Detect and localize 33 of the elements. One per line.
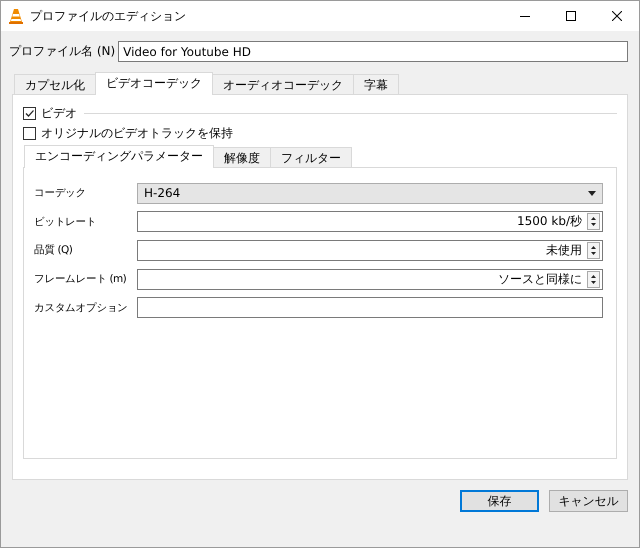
dialog-button[interactable]: キャンセル	[549, 490, 628, 512]
window-title: プロファイルのエディション	[30, 8, 186, 24]
field-label: ビットレート	[34, 214, 98, 229]
tab[interactable]: 解像度	[213, 147, 271, 167]
tab[interactable]: ビデオコーデック	[95, 72, 213, 95]
field-label: フレームレート (m)	[34, 272, 128, 286]
checkbox[interactable]	[23, 106, 36, 120]
maximize-icon[interactable]	[566, 11, 576, 21]
spin-arrows-icon[interactable]	[587, 242, 600, 259]
profile-name-label: プロファイル名 (N)	[9, 43, 116, 60]
field-label: カスタムオプション	[34, 300, 129, 315]
spin-arrows-icon[interactable]	[587, 270, 600, 288]
spin-arrows-icon[interactable]	[587, 213, 600, 230]
spin-field[interactable]: ソースと同様に	[137, 268, 603, 290]
spin-field[interactable]: 未使用	[137, 240, 603, 261]
dialog-button[interactable]: 保存	[460, 490, 539, 512]
tab[interactable]: オーディオコーデック	[212, 74, 354, 94]
field-label: コーデック	[34, 186, 88, 200]
checkbox-label: ビデオ	[41, 104, 77, 122]
tab[interactable]: フィルター	[270, 147, 352, 167]
spin-field[interactable]: 1500 kb/秒	[137, 211, 603, 232]
field-label: 品質 (Q)	[34, 243, 74, 258]
codec-dropdown[interactable]: H-264	[137, 182, 603, 204]
profile-name-field[interactable]: Video for Youtube HD	[118, 41, 628, 62]
tab[interactable]: 字幕	[353, 74, 399, 94]
cone-icon	[9, 8, 23, 24]
dropdown-arrow-icon	[588, 190, 596, 196]
checkbox[interactable]	[23, 126, 36, 140]
close-icon[interactable]	[612, 11, 622, 21]
tab[interactable]: カプセル化	[14, 74, 96, 94]
tab[interactable]: エンコーディングパラメーター	[24, 145, 214, 168]
custom-options-field[interactable]	[137, 297, 603, 318]
checkbox-label: オリジナルのビデオトラックを保持	[41, 124, 233, 142]
